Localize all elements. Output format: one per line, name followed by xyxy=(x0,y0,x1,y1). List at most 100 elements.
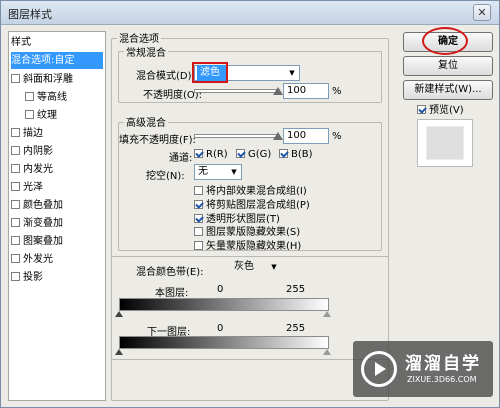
style-item-inner-shadow[interactable]: 内阴影 xyxy=(11,143,103,160)
fill-opacity-slider-thumb[interactable] xyxy=(273,132,283,140)
style-item-color-overlay[interactable]: 颜色叠加 xyxy=(11,197,103,214)
checkbox[interactable] xyxy=(11,200,20,209)
style-item-label: 混合选项:自定 xyxy=(11,55,75,66)
fill-opacity-input[interactable]: 100 xyxy=(283,128,329,144)
checkbox[interactable] xyxy=(11,254,20,263)
checkbox[interactable] xyxy=(11,272,20,281)
blend-if-dropdown[interactable]: 灰色 ▼ xyxy=(230,259,282,275)
styles-list: 样式 混合选项:自定 斜面和浮雕 等高线 纹理 描边 内阴影 内发光 光泽 颜色… xyxy=(8,31,106,401)
watermark-url: ZIXUE.3D66.COM xyxy=(407,375,477,384)
option-layer-mask-hides[interactable]: 图层蒙版隐藏效果(S) xyxy=(194,223,300,238)
checkbox[interactable] xyxy=(194,214,203,223)
style-item-stroke[interactable]: 描边 xyxy=(11,125,103,142)
close-icon[interactable]: ✕ xyxy=(473,4,491,21)
checkbox[interactable] xyxy=(11,236,20,245)
underlying-layer-max: 255 xyxy=(286,323,306,334)
checkbox[interactable] xyxy=(194,241,203,250)
this-layer-min: 0 xyxy=(217,284,224,295)
watermark-name: 溜溜自学 xyxy=(405,354,481,374)
fill-opacity-label: 填充不透明度(F): xyxy=(119,135,196,146)
advanced-blending-title: 高级混合 xyxy=(124,114,168,129)
checkbox[interactable] xyxy=(236,149,245,158)
knockout-value: 无 xyxy=(198,166,208,177)
style-item-label: 描边 xyxy=(23,128,43,139)
style-item-label: 纹理 xyxy=(37,110,57,121)
underlying-black-slider[interactable] xyxy=(115,349,123,355)
preview-swatch-inner xyxy=(426,126,464,160)
style-item-label: 光泽 xyxy=(23,182,43,193)
style-item-pattern-overlay[interactable]: 图案叠加 xyxy=(11,233,103,250)
style-item-label: 渐变叠加 xyxy=(23,218,63,229)
option-label: 矢量蒙版隐藏效果(H) xyxy=(206,241,302,252)
play-logo-icon xyxy=(361,351,397,387)
style-item-label: 斜面和浮雕 xyxy=(23,74,73,85)
fill-opacity-slider[interactable] xyxy=(194,134,278,138)
checkbox[interactable] xyxy=(11,146,20,155)
style-item-label: 内发光 xyxy=(23,164,53,175)
style-item-label: 外发光 xyxy=(23,254,53,265)
checkbox[interactable] xyxy=(194,200,203,209)
new-style-button[interactable]: 新建样式(W)... xyxy=(403,80,493,100)
style-item-bevel-emboss[interactable]: 斜面和浮雕 xyxy=(11,71,103,88)
style-item-inner-glow[interactable]: 内发光 xyxy=(11,161,103,178)
style-item-satin[interactable]: 光泽 xyxy=(11,179,103,196)
checkbox[interactable] xyxy=(11,182,20,191)
style-item-contour[interactable]: 等高线 xyxy=(25,89,103,106)
checkbox[interactable] xyxy=(25,110,34,119)
chevron-down-icon: ▼ xyxy=(285,66,299,80)
preview-label: 预览(V) xyxy=(429,105,464,116)
style-item-drop-shadow[interactable]: 投影 xyxy=(11,269,103,286)
checkbox[interactable] xyxy=(417,105,426,114)
option-blend-clipped[interactable]: 将剪贴图层混合成组(P) xyxy=(194,196,310,211)
chevron-down-icon: ▼ xyxy=(227,165,241,179)
styles-header: 样式 xyxy=(11,37,31,48)
blend-if-value: 灰色 xyxy=(234,261,254,272)
checkbox[interactable] xyxy=(194,227,203,236)
preview-toggle[interactable]: 预览(V) xyxy=(417,101,464,116)
option-blend-interior[interactable]: 将内部效果混合成组(I) xyxy=(194,182,307,197)
style-item-label: 颜色叠加 xyxy=(23,200,63,211)
style-item-gradient-overlay[interactable]: 渐变叠加 xyxy=(11,215,103,232)
fill-opacity-unit: % xyxy=(332,131,342,142)
checkbox[interactable] xyxy=(11,218,20,227)
checkbox[interactable] xyxy=(11,128,20,137)
title-bar: 图层样式 ✕ xyxy=(1,1,499,25)
checkbox[interactable] xyxy=(279,149,288,158)
channels-label: 通道: xyxy=(169,153,193,164)
opacity-unit: % xyxy=(332,86,342,97)
style-item-texture[interactable]: 纹理 xyxy=(25,107,103,124)
layer-style-dialog: 图层样式 ✕ 样式 混合选项:自定 斜面和浮雕 等高线 纹理 描边 内阴影 内发… xyxy=(0,0,500,408)
underlying-layer-gradient xyxy=(119,336,329,349)
this-layer-white-slider[interactable] xyxy=(323,311,331,317)
checkbox[interactable] xyxy=(194,186,203,195)
style-item-label: 投影 xyxy=(23,272,43,283)
checkbox[interactable] xyxy=(11,74,20,83)
preview-swatch xyxy=(417,119,473,167)
knockout-label: 挖空(N): xyxy=(146,171,185,182)
watermark: 溜溜自学 ZIXUE.3D66.COM xyxy=(353,341,493,397)
channel-b-label: B(B) xyxy=(291,149,313,160)
underlying-white-slider[interactable] xyxy=(323,349,331,355)
option-vector-mask-hides[interactable]: 矢量蒙版隐藏效果(H) xyxy=(194,237,301,252)
this-layer-black-slider[interactable] xyxy=(115,311,123,317)
checkbox[interactable] xyxy=(25,92,34,101)
checkbox[interactable] xyxy=(11,164,20,173)
channel-r-label: R(R) xyxy=(206,149,228,160)
this-layer-gradient xyxy=(119,298,329,311)
checkbox[interactable] xyxy=(194,149,203,158)
this-layer-label: 本图层: xyxy=(155,288,189,299)
opacity-slider[interactable] xyxy=(194,89,278,93)
knockout-dropdown[interactable]: 无 ▼ xyxy=(194,164,242,180)
opacity-input[interactable]: 100 xyxy=(283,83,329,99)
opacity-slider-thumb[interactable] xyxy=(273,87,283,95)
highlight-ring xyxy=(422,27,468,55)
style-item-outer-glow[interactable]: 外发光 xyxy=(11,251,103,268)
channel-r[interactable]: R(R) xyxy=(194,149,228,160)
channel-b[interactable]: B(B) xyxy=(279,149,313,160)
blend-mode-label: 混合模式(D): xyxy=(136,71,195,82)
channel-g-label: G(G) xyxy=(248,149,272,160)
chevron-down-icon: ▼ xyxy=(271,263,277,271)
reset-button[interactable]: 复位 xyxy=(403,56,493,76)
channel-g[interactable]: G(G) xyxy=(236,149,271,160)
style-item-blending-options[interactable]: 混合选项:自定 xyxy=(11,52,103,69)
